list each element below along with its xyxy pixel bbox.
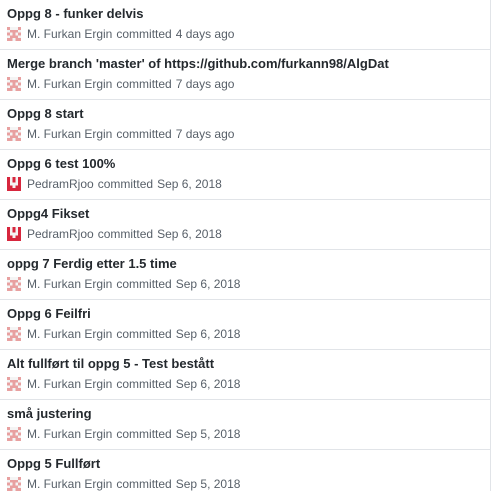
commit-verb: committed [97,227,154,241]
commit-item: Oppg4 Fikset PedramRjoo committed Sep 6,… [0,200,490,250]
commit-verb: committed [116,27,172,41]
commit-date: Sep 6, 2018 [157,227,222,241]
commit-meta: M. Furkan Ergin committed Sep 6, 2018 [7,376,490,392]
commit-author[interactable]: PedramRjoo [27,227,94,241]
commit-date: Sep 6, 2018 [157,177,222,191]
commit-verb: committed [116,77,172,91]
commit-meta: M. Furkan Ergin committed Sep 6, 2018 [7,276,490,292]
commit-title-link[interactable]: oppg 7 Ferdig etter 1.5 time [7,256,490,272]
commit-date: Sep 6, 2018 [175,277,241,291]
commit-author[interactable]: M. Furkan Ergin [27,427,112,441]
commit-date: Sep 6, 2018 [175,377,241,391]
commit-title-link[interactable]: Merge branch 'master' of https://github.… [7,56,490,72]
author-avatar-icon[interactable] [7,277,21,291]
author-avatar-icon[interactable] [7,327,21,341]
commit-item: Merge branch 'master' of https://github.… [0,50,490,100]
commit-meta: M. Furkan Ergin committed 7 days ago [7,126,490,142]
commit-title-link[interactable]: Oppg 6 Feilfri [7,306,490,322]
commit-meta: M. Furkan Ergin committed 4 days ago [7,26,490,42]
commit-item: Oppg 6 test 100% PedramRjoo committed Se… [0,150,490,200]
commit-verb: committed [97,177,154,191]
commit-date: Sep 6, 2018 [175,327,241,341]
commit-title-link[interactable]: små justering [7,406,490,422]
author-avatar-icon[interactable] [7,227,21,241]
commit-verb: committed [116,427,172,441]
commit-author[interactable]: M. Furkan Ergin [27,27,112,41]
commit-meta: M. Furkan Ergin committed 7 days ago [7,76,490,92]
commit-verb: committed [116,377,172,391]
commit-item: Oppg 8 start M. Furkan Ergin committed 7… [0,100,490,150]
commit-author[interactable]: M. Furkan Ergin [27,277,112,291]
commit-author[interactable]: PedramRjoo [27,177,94,191]
author-avatar-icon[interactable] [7,377,21,391]
commit-author[interactable]: M. Furkan Ergin [27,327,112,341]
commit-title-link[interactable]: Oppg 6 test 100% [7,156,490,172]
author-avatar-icon[interactable] [7,177,21,191]
commit-date: 7 days ago [175,77,235,91]
commit-item: Oppg 8 - funker delvis M. Furkan Ergin c… [0,0,490,50]
commit-title-link[interactable]: Oppg4 Fikset [7,206,490,222]
commit-item: Alt fullført til oppg 5 - Test bestått M… [0,350,490,400]
commit-meta: PedramRjoo committed Sep 6, 2018 [7,226,490,242]
commit-author[interactable]: M. Furkan Ergin [27,377,112,391]
commit-list: Oppg 8 - funker delvis M. Furkan Ergin c… [0,0,491,491]
commit-meta: M. Furkan Ergin committed Sep 6, 2018 [7,326,490,342]
commit-date: 7 days ago [175,127,235,141]
commit-item: Oppg 6 Feilfri M. Furkan Ergin committed… [0,300,490,350]
commit-title-link[interactable]: Oppg 8 start [7,106,490,122]
commit-verb: committed [116,327,172,341]
commit-verb: committed [116,277,172,291]
author-avatar-icon[interactable] [7,127,21,141]
commit-date: Sep 5, 2018 [175,477,241,491]
commit-meta: M. Furkan Ergin committed Sep 5, 2018 [7,476,490,492]
commit-title-link[interactable]: Oppg 8 - funker delvis [7,6,490,22]
commit-author[interactable]: M. Furkan Ergin [27,77,112,91]
commit-verb: committed [116,127,172,141]
author-avatar-icon[interactable] [7,427,21,441]
commit-date: 4 days ago [175,27,235,41]
commit-author[interactable]: M. Furkan Ergin [27,477,112,491]
commit-verb: committed [116,477,172,491]
commit-item: små justering M. Furkan Ergin committed … [0,400,490,450]
author-avatar-icon[interactable] [7,477,21,491]
commit-author[interactable]: M. Furkan Ergin [27,127,112,141]
commit-meta: M. Furkan Ergin committed Sep 5, 2018 [7,426,490,442]
author-avatar-icon[interactable] [7,27,21,41]
author-avatar-icon[interactable] [7,77,21,91]
commit-item: oppg 7 Ferdig etter 1.5 time M. Furkan E… [0,250,490,300]
commit-meta: PedramRjoo committed Sep 6, 2018 [7,176,490,192]
commit-title-link[interactable]: Alt fullført til oppg 5 - Test bestått [7,356,490,372]
commit-title-link[interactable]: Oppg 5 Fullført [7,456,490,472]
commit-item: Oppg 5 Fullført M. Furkan Ergin committe… [0,450,490,500]
commit-date: Sep 5, 2018 [175,427,241,441]
